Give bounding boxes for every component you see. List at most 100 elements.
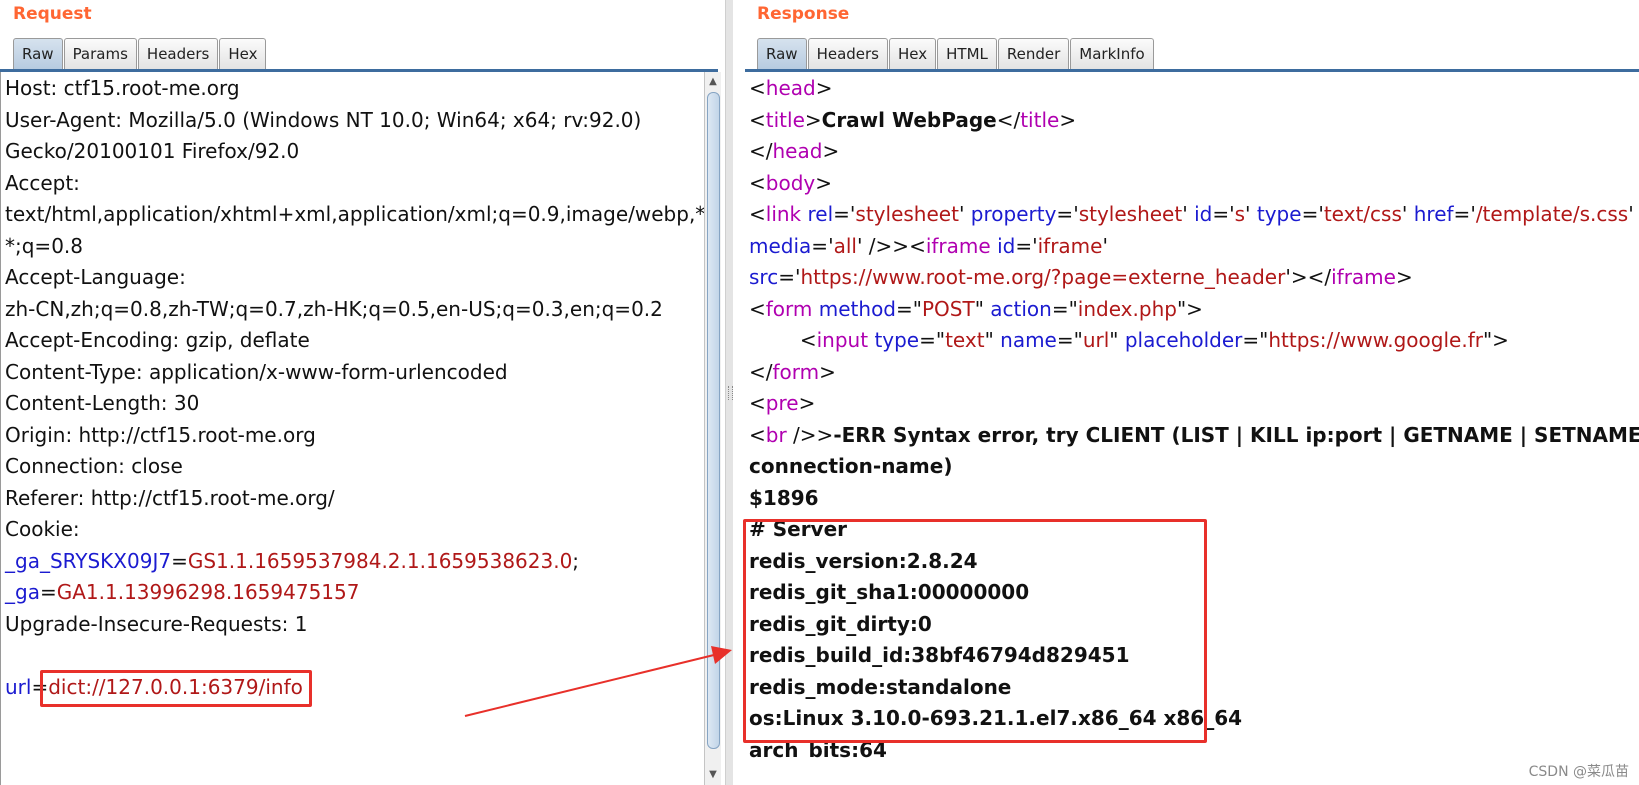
param-value: dict://127.0.0.1:6379/info — [48, 674, 303, 699]
attr-value: url — [1082, 328, 1110, 352]
attr-name: type — [1256, 202, 1302, 226]
request-tab-raw[interactable]: Raw — [13, 38, 63, 69]
bracket: < — [749, 422, 766, 447]
bracket: < — [749, 107, 766, 132]
attr-name: href — [1413, 202, 1454, 226]
attr-value: s — [1234, 202, 1246, 226]
bracket: </ — [1307, 265, 1332, 289]
tag-name: form — [772, 359, 820, 384]
redis-info-line: redis_mode:standalone — [749, 674, 1012, 699]
response-tab-markinfo[interactable]: MarkInfo — [1070, 38, 1154, 69]
semicolon: ; — [572, 548, 580, 573]
request-tab-hex[interactable]: Hex — [219, 38, 267, 69]
response-line: <title>Crawl WebPage</title> — [749, 104, 1076, 136]
cookie-line: _ga=GA1.1.13996298.1659475157 — [5, 576, 359, 608]
equals-sign: = — [1453, 202, 1471, 226]
tag-name: body — [765, 170, 816, 195]
response-tab-hex[interactable]: Hex — [889, 38, 937, 69]
request-line: text/html,application/xhtml+xml,applicat… — [5, 202, 713, 226]
attr-value: https://www.google.fr — [1268, 328, 1483, 352]
bracket: > — [892, 233, 910, 258]
response-tab-raw[interactable]: Raw — [757, 38, 807, 69]
attr-value: stylesheet — [1078, 202, 1183, 226]
request-line: *;q=0.8 — [5, 233, 83, 258]
equals-sign: = — [1056, 202, 1074, 226]
equals-sign: = — [1212, 202, 1230, 226]
tag-name: title — [1020, 107, 1060, 132]
equals-sign: = — [1051, 296, 1069, 321]
equals-sign: = — [1301, 202, 1319, 226]
quote: " — [1109, 328, 1119, 352]
attr-value: /template/s.css — [1475, 202, 1629, 226]
redis-info-line: os:Linux 3.10.0-693.21.1.el7.x86_64 x86_… — [749, 706, 1243, 730]
response-pane: Response Raw Headers Hex HTML Render Mar… — [733, 0, 1639, 785]
cookie-name: _ga — [5, 580, 40, 604]
watermark: CSDN @菜瓜苗 — [1528, 764, 1629, 780]
attr-name: src — [749, 265, 779, 289]
request-line: Cookie: — [5, 517, 80, 541]
request-line: User-Agent: Mozilla/5.0 (Windows NT 10.0… — [5, 107, 642, 132]
quote: " — [935, 328, 946, 352]
request-tabs: Raw Params Headers Hex — [13, 38, 267, 70]
response-tabs: Raw Headers Hex HTML Render MarkInfo — [757, 38, 1155, 70]
redis-info-line: redis_git_sha1:00000000 — [749, 580, 1030, 604]
request-scrollbar[interactable]: ▲ ▼ — [704, 72, 721, 785]
bracket: > — [1492, 328, 1509, 352]
attr-name: id — [997, 233, 1016, 258]
tag-name: br — [765, 422, 787, 447]
equals-sign: = — [811, 233, 829, 258]
response-tab-render[interactable]: Render — [997, 38, 1070, 69]
equals-sign: = — [31, 674, 49, 699]
attr-name: rel — [807, 202, 834, 226]
quote: " — [912, 296, 922, 321]
redis-error-text: connection-name) — [749, 454, 953, 478]
tag-name: form — [765, 296, 813, 321]
bracket: < — [749, 296, 766, 321]
bracket: > — [1290, 265, 1308, 289]
page-title-text: Crawl WebPage — [821, 107, 997, 132]
request-editor[interactable]: Host: ctf15.root-me.org User-Agent: Mozi… — [0, 72, 712, 785]
equals-sign: = — [1015, 233, 1033, 258]
response-tab-headers[interactable]: Headers — [807, 38, 888, 69]
redis-info-line: redis_git_dirty:0 — [749, 611, 932, 636]
attr-name: type — [874, 328, 920, 352]
bracket: > — [1186, 296, 1203, 321]
response-line: <body> — [749, 167, 832, 199]
tag-name: iframe — [1331, 265, 1396, 289]
response-editor[interactable]: <head> <title>Crawl WebPage</title> </he… — [745, 72, 1639, 785]
bracket: </ — [749, 359, 773, 384]
equals-sign: = — [1056, 328, 1074, 352]
attr-name: id — [1194, 202, 1213, 226]
scroll-thumb[interactable] — [707, 92, 720, 749]
response-title: Response — [757, 4, 850, 24]
bracket: > — [819, 359, 836, 384]
equals-sign: = — [896, 296, 913, 321]
tag-name: head — [765, 76, 816, 100]
response-tab-html[interactable]: HTML — [937, 38, 997, 69]
bracket: > — [815, 76, 833, 100]
response-line: <link rel='stylesheet' property='stylesh… — [749, 198, 1634, 230]
quote: " — [1259, 328, 1269, 352]
quote: " — [1482, 328, 1493, 352]
bracket: > — [815, 170, 832, 195]
quote: " — [984, 328, 994, 352]
quote: " — [1073, 328, 1083, 352]
request-pane: Request Raw Params Headers Hex Host: ctf… — [0, 0, 725, 785]
attr-name: action — [990, 296, 1052, 321]
bracket: > — [1059, 107, 1077, 132]
quote: ' — [1628, 202, 1634, 226]
equals-sign: = — [833, 202, 850, 226]
request-tab-params[interactable]: Params — [63, 38, 137, 69]
request-line: Upgrade-Insecure-Requests: 1 — [5, 611, 308, 636]
request-line: Content-Type: application/x-www-form-url… — [5, 359, 508, 384]
scroll-up-icon[interactable]: ▲ — [705, 74, 721, 90]
request-line: Accept-Encoding: gzip, deflate — [5, 328, 310, 352]
response-line: </form> — [749, 356, 836, 388]
bracket: > — [1395, 265, 1413, 289]
scroll-down-icon[interactable]: ▼ — [705, 767, 721, 783]
bracket: < — [749, 202, 766, 226]
request-line: Host: ctf15.root-me.org — [5, 76, 240, 100]
redis-info-line: # Server — [749, 517, 848, 541]
request-tab-headers[interactable]: Headers — [137, 38, 219, 69]
quote: ' — [1102, 233, 1108, 258]
